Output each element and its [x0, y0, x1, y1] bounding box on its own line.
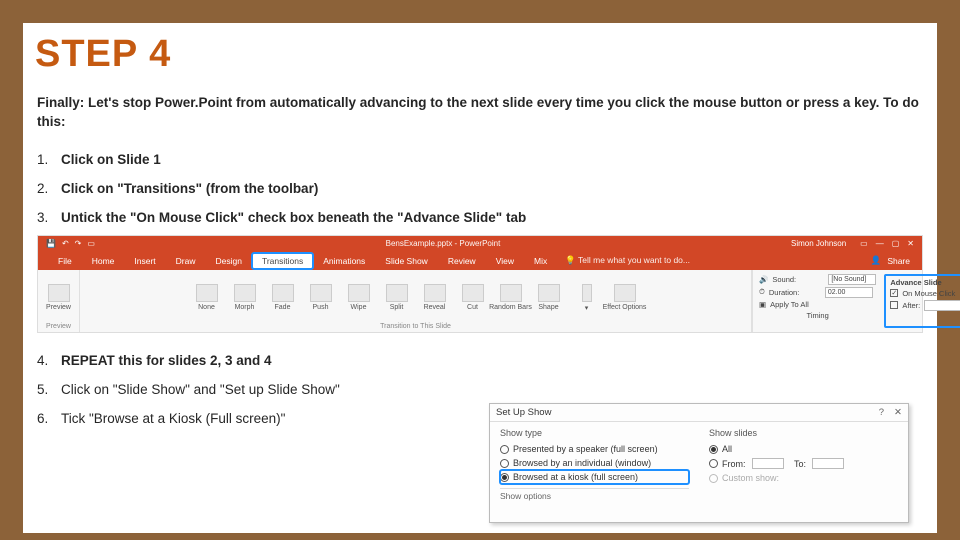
- help-icon[interactable]: ?: [879, 407, 884, 418]
- tab-design[interactable]: Design: [206, 253, 252, 269]
- tab-view[interactable]: View: [486, 253, 524, 269]
- from-spin[interactable]: [752, 458, 784, 469]
- intro-text: Finally: Let's stop Power.Point from aut…: [23, 76, 937, 132]
- show-type-group: Show type Presented by a speaker (full s…: [500, 428, 689, 501]
- gallery-more-icon[interactable]: ▾: [571, 284, 603, 312]
- tab-home[interactable]: Home: [82, 253, 125, 269]
- advance-slide-header: Advance Slide: [890, 278, 960, 287]
- group-preview: Preview Preview: [38, 270, 80, 332]
- powerpoint-ribbon-screenshot: 💾 ↶ ↷ ▭ BensExample.pptx - PowerPoint Si…: [37, 235, 923, 333]
- instruction-list: Click on Slide 1 Click on "Transitions" …: [23, 132, 937, 229]
- show-options-label: Show options: [500, 488, 689, 501]
- on-mouse-click-checkbox[interactable]: [890, 289, 898, 297]
- step-1: Click on Slide 1: [37, 142, 923, 171]
- effect-shape[interactable]: Shape: [533, 284, 565, 311]
- sound-dropdown[interactable]: [No Sound]: [828, 274, 876, 285]
- share-area: 👤 Share: [871, 255, 922, 266]
- document-title: BensExample.pptx - PowerPoint: [95, 239, 791, 248]
- minimize-icon: —: [876, 239, 884, 248]
- effect-push[interactable]: Push: [305, 284, 337, 311]
- effect-wipe[interactable]: Wipe: [343, 284, 375, 311]
- setup-show-dialog: Set Up Show ? ✕ Show type Presented by a…: [489, 403, 909, 523]
- preview-button[interactable]: Preview: [43, 284, 75, 311]
- tab-review[interactable]: Review: [438, 253, 486, 269]
- start-slideshow-icon: ▭: [87, 239, 95, 248]
- ribbon-tabs: File Home Insert Draw Design Transitions…: [38, 252, 922, 270]
- dialog-title: Set Up Show: [496, 407, 551, 418]
- after-checkbox[interactable]: [890, 301, 898, 309]
- effect-morph[interactable]: Morph: [229, 284, 261, 311]
- duration-row: ⏱ Duration: 02.00: [759, 287, 876, 298]
- opt-from-to[interactable]: From: To:: [709, 456, 898, 471]
- user-icon: 👤: [871, 255, 882, 266]
- effect-cut[interactable]: Cut: [457, 284, 489, 311]
- opt-browsed-kiosk[interactable]: Browsed at a kiosk (full screen): [500, 470, 689, 484]
- step-2: Click on "Transitions" (from the toolbar…: [37, 171, 923, 200]
- ribbon-body: Preview Preview None Morph Fade Push Wip…: [38, 270, 922, 332]
- step-title: STEP 4: [23, 23, 937, 76]
- effect-reveal[interactable]: Reveal: [419, 284, 451, 311]
- share-button[interactable]: Share: [887, 256, 910, 266]
- opt-custom-show: Custom show:: [709, 471, 898, 485]
- tab-mix[interactable]: Mix: [524, 253, 557, 269]
- tab-animations[interactable]: Animations: [313, 253, 375, 269]
- close-icon: ✕: [907, 239, 914, 248]
- tab-transitions[interactable]: Transitions: [252, 253, 313, 269]
- effect-none[interactable]: None: [191, 284, 223, 311]
- redo-icon: ↷: [75, 239, 82, 248]
- save-icon: 💾: [46, 239, 56, 248]
- after-row[interactable]: After:: [890, 300, 960, 311]
- duration-field[interactable]: 02.00: [825, 287, 873, 298]
- dialog-body: Show type Presented by a speaker (full s…: [490, 422, 908, 507]
- transition-gallery[interactable]: None Morph Fade Push Wipe Split Reveal C…: [191, 274, 641, 322]
- dialog-close-icon[interactable]: ✕: [894, 407, 902, 418]
- show-type-label: Show type: [500, 428, 689, 438]
- apply-all[interactable]: ▣ Apply To All: [759, 300, 876, 309]
- ribbon-options-icon: ▭: [860, 239, 868, 248]
- effect-split[interactable]: Split: [381, 284, 413, 311]
- to-spin[interactable]: [812, 458, 844, 469]
- titlebar: 💾 ↶ ↷ ▭ BensExample.pptx - PowerPoint Si…: [38, 236, 922, 252]
- tab-file[interactable]: File: [48, 253, 82, 269]
- group-transitions: None Morph Fade Push Wipe Split Reveal C…: [80, 270, 752, 332]
- tab-slideshow[interactable]: Slide Show: [375, 253, 438, 269]
- opt-all[interactable]: All: [709, 442, 898, 456]
- effect-options[interactable]: Effect Options: [609, 284, 641, 311]
- after-time-field[interactable]: [924, 300, 960, 311]
- maximize-icon: ▢: [892, 239, 900, 248]
- quick-access: 💾 ↶ ↷ ▭: [46, 239, 95, 248]
- tab-draw[interactable]: Draw: [166, 253, 206, 269]
- titlebar-right: Simon Johnson ▭ — ▢ ✕: [791, 239, 914, 248]
- show-slides-group: Show slides All From: To: Custom show:: [709, 428, 898, 501]
- opt-presented-speaker[interactable]: Presented by a speaker (full screen): [500, 442, 689, 456]
- opt-browsed-individual[interactable]: Browsed by an individual (window): [500, 456, 689, 470]
- sound-row: 🔊 Sound: [No Sound]: [759, 274, 876, 285]
- step-3: Untick the "On Mouse Click" check box be…: [37, 200, 923, 229]
- dialog-titlebar: Set Up Show ? ✕: [490, 404, 908, 422]
- undo-icon: ↶: [62, 239, 69, 248]
- tab-insert[interactable]: Insert: [124, 253, 165, 269]
- advance-slide-box: Advance Slide On Mouse Click After:: [884, 274, 960, 328]
- group-timing: 🔊 Sound: [No Sound] ⏱ Duration: 02.00 ▣ …: [752, 270, 922, 332]
- step-5: Click on "Slide Show" and "Set up Slide …: [37, 372, 923, 401]
- step-4: REPEAT this for slides 2, 3 and 4: [37, 343, 923, 372]
- apply-all-icon: ▣: [759, 300, 766, 309]
- on-mouse-click-row[interactable]: On Mouse Click: [890, 289, 960, 298]
- sound-icon: 🔊: [759, 275, 768, 284]
- effect-fade[interactable]: Fade: [267, 284, 299, 311]
- slide-content: STEP 4 Finally: Let's stop Power.Point f…: [23, 23, 937, 533]
- tell-me[interactable]: 💡 Tell me what you want to do...: [565, 255, 690, 266]
- show-slides-label: Show slides: [709, 428, 898, 438]
- user-name: Simon Johnson: [791, 239, 846, 248]
- clock-icon: ⏱: [759, 287, 765, 297]
- effect-random-bars[interactable]: Random Bars: [495, 284, 527, 311]
